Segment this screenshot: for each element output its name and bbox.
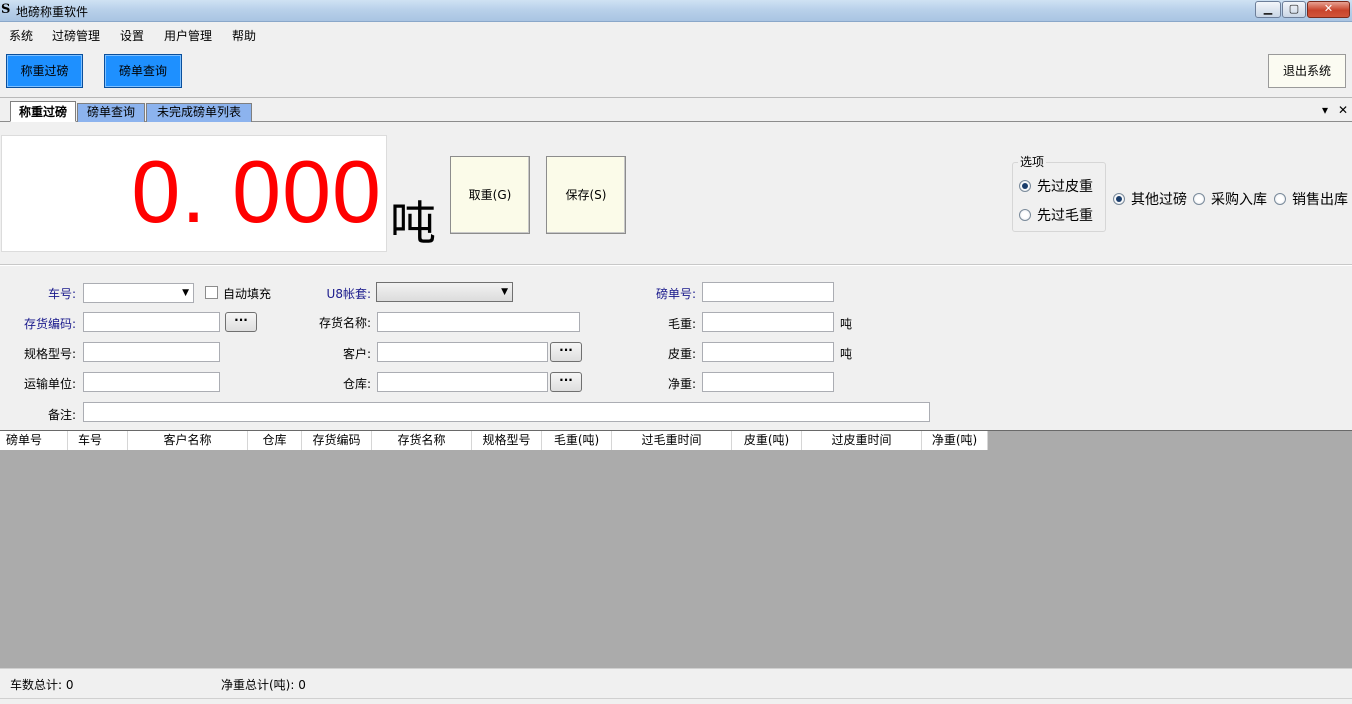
inventory-code-label: 存货编码: [23,317,76,331]
gross-weight-label: 毛重: [667,317,696,331]
column-plate[interactable]: 车号 [68,431,128,450]
radio-checked-icon [1019,180,1031,192]
title-bar: S 地磅称重软件 ▁ ▢ ✕ [0,0,1352,22]
tab-strip: 称重过磅 磅单查询 未完成磅单列表 ▾ ✕ [0,100,1352,122]
column-tare-time[interactable]: 过皮重时间 [802,431,922,450]
vehicle-count-total: 车数总计: 0 [10,678,74,692]
column-gross-weight[interactable]: 毛重(吨) [542,431,612,450]
ticket-number-field[interactable] [702,282,834,302]
window-title: 地磅称重软件 [16,5,89,19]
tab-unfinished-tickets[interactable]: 未完成磅单列表 [146,103,252,122]
weight-display: 0. 000 [1,135,387,252]
weigh-button[interactable]: 称重过磅 [6,54,83,88]
menu-bar: 系统 过磅管理 设置 用户管理 帮助 [0,22,1352,46]
ticket-query-button[interactable]: 磅单查询 [104,54,182,88]
remark-field[interactable] [83,402,930,422]
radio-unchecked-icon [1193,193,1205,205]
column-tare-weight[interactable]: 皮重(吨) [732,431,802,450]
remark-label: 备注: [47,408,76,422]
tare-weight-field[interactable] [702,342,834,362]
window-bottom-edge [0,698,1352,704]
tab-close-icon[interactable]: ✕ [1338,103,1348,117]
menu-settings[interactable]: 设置 [120,27,144,44]
tare-weight-unit: 吨 [840,347,853,361]
radio-gross-first[interactable]: 先过毛重 [1019,205,1093,225]
plate-select[interactable]: ▼ [83,283,194,303]
tare-weight-label: 皮重: [667,347,696,361]
u8-account-label: U8帐套: [326,287,371,301]
radio-purchase-inbound-label: 采购入库 [1211,192,1267,208]
warehouse-field[interactable] [377,372,548,392]
ticket-grid[interactable]: 磅单号 车号 客户名称 仓库 存货编码 存货名称 规格型号 毛重(吨) 过毛重时… [0,430,1352,668]
carrier-field[interactable] [83,372,220,392]
radio-tare-first-label: 先过皮重 [1037,179,1093,195]
app-icon: S [1,2,11,17]
maximize-button[interactable]: ▢ [1282,1,1306,18]
auto-fill-label: 自动填充 [223,287,272,301]
auto-fill-checkbox[interactable] [205,286,218,299]
take-weight-button[interactable]: 取重(G) [450,156,530,234]
column-net-weight[interactable]: 净重(吨) [922,431,988,450]
menu-system[interactable]: 系统 [9,27,33,44]
spec-model-label: 规格型号: [23,347,76,361]
menu-help[interactable]: 帮助 [232,27,256,44]
close-window-button[interactable]: ✕ [1307,1,1350,18]
net-weight-field[interactable] [702,372,834,392]
warehouse-browse-button[interactable]: ··· [550,372,582,392]
inventory-code-field[interactable] [83,312,220,332]
column-customer-name[interactable]: 客户名称 [128,431,248,450]
menu-weighing-management[interactable]: 过磅管理 [52,27,100,44]
column-inventory-code[interactable]: 存货编码 [302,431,372,450]
column-inventory-name[interactable]: 存货名称 [372,431,472,450]
exit-system-button[interactable]: 退出系统 [1268,54,1346,88]
grid-header: 磅单号 车号 客户名称 仓库 存货编码 存货名称 规格型号 毛重(吨) 过毛重时… [0,431,988,450]
customer-label: 客户: [342,347,371,361]
radio-tare-first[interactable]: 先过皮重 [1019,176,1093,196]
radio-checked-icon [1113,193,1125,205]
inventory-code-browse-button[interactable]: ··· [225,312,257,332]
column-warehouse[interactable]: 仓库 [248,431,302,450]
weight-unit: 吨 [390,196,436,250]
menu-user-management[interactable]: 用户管理 [164,27,212,44]
radio-gross-first-label: 先过毛重 [1037,208,1093,224]
radio-other-weighing-label: 其他过磅 [1131,192,1187,208]
customer-field[interactable] [377,342,548,362]
column-spec-model[interactable]: 规格型号 [472,431,542,450]
options-group-title: 选项 [1018,153,1047,170]
weight-reading: 0. 000 [131,142,382,241]
carrier-label: 运输单位: [23,377,76,391]
net-weight-total: 净重总计(吨): 0 [221,678,306,692]
inventory-name-label: 存货名称: [318,316,371,330]
inventory-name-field[interactable] [377,312,580,332]
chevron-down-icon: ▼ [182,288,189,298]
radio-sales-outbound[interactable]: 销售出库 [1274,189,1348,209]
save-button[interactable]: 保存(S) [546,156,626,234]
plate-label: 车号: [47,287,76,301]
app-window: S 地磅称重软件 ▁ ▢ ✕ 系统 过磅管理 设置 用户管理 帮助 称重过磅 磅… [0,0,1352,704]
tab-weighing[interactable]: 称重过磅 [10,101,76,122]
spec-model-field[interactable] [83,342,220,362]
chevron-down-icon: ▼ [501,287,508,297]
gross-weight-unit: 吨 [840,317,853,331]
column-ticket-no[interactable]: 磅单号 [0,431,68,450]
tab-list-dropdown-icon[interactable]: ▾ [1322,103,1328,117]
radio-unchecked-icon [1019,209,1031,221]
radio-sales-outbound-label: 销售出库 [1292,192,1348,208]
tab-ticket-query[interactable]: 磅单查询 [77,103,145,122]
warehouse-label: 仓库: [342,377,371,391]
ticket-number-label: 磅单号: [655,287,696,301]
column-gross-time[interactable]: 过毛重时间 [612,431,732,450]
gross-weight-field[interactable] [702,312,834,332]
radio-purchase-inbound[interactable]: 采购入库 [1193,189,1267,209]
weighing-panel: 0. 000 吨 取重(G) 保存(S) 选项 先过皮重 先过毛重 其他过磅 采… [0,122,1352,262]
customer-browse-button[interactable]: ··· [550,342,582,362]
u8-account-select[interactable]: ▼ [376,282,513,302]
radio-other-weighing[interactable]: 其他过磅 [1113,189,1187,209]
ticket-form: 车号: ▼ 自动填充 U8帐套: ▼ 磅单号: 存货编码: ··· 存货名称: … [0,266,1352,430]
radio-unchecked-icon [1274,193,1286,205]
toolbar: 称重过磅 磅单查询 退出系统 [0,46,1352,98]
minimize-button[interactable]: ▁ [1255,1,1281,18]
net-weight-label: 净重: [667,377,696,391]
